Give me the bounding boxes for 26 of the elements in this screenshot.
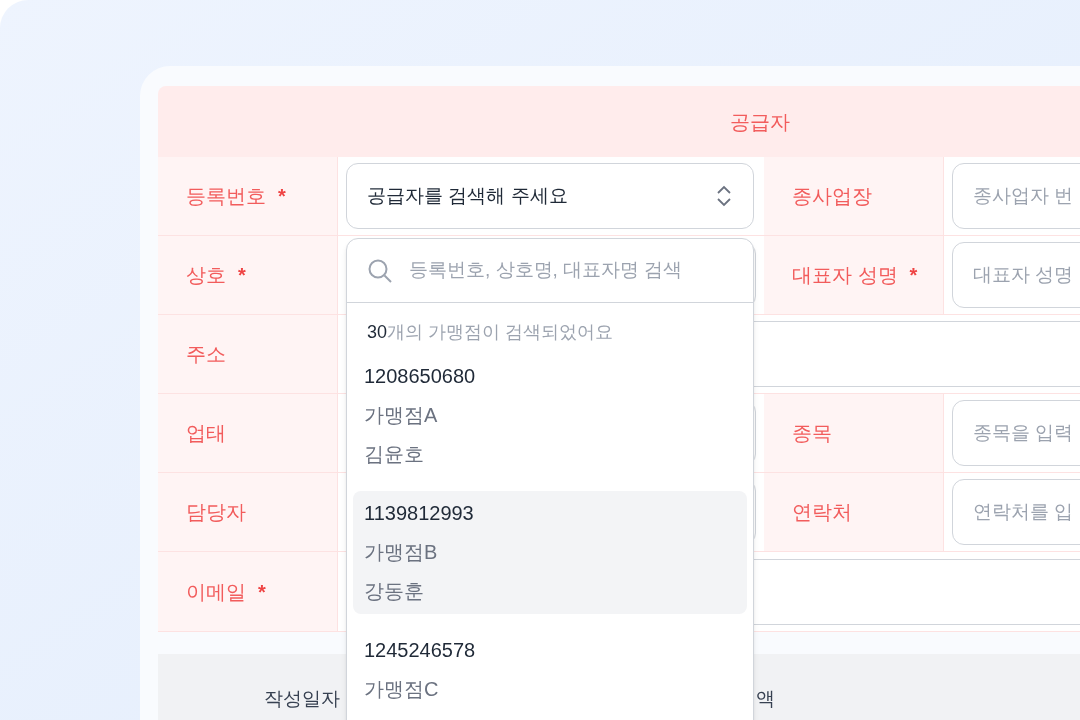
column-header: 작성일자	[264, 686, 340, 711]
required-mark: *	[909, 263, 918, 288]
field-label: 연락처	[792, 500, 852, 525]
registration-number: 1139812993	[364, 501, 475, 526]
field-label: 담당자	[186, 500, 246, 525]
store-name: 가맹점B	[364, 540, 439, 565]
column-header: 액	[756, 686, 775, 711]
field-label: 주소	[186, 342, 226, 367]
registration-number: 1245246578	[364, 638, 477, 663]
field-label: 등록번호	[186, 184, 266, 209]
field-label: 상호	[186, 263, 226, 288]
result-count: 30개의 가맹점이 검색되었어요	[367, 322, 614, 342]
registration-number: 1208650680	[364, 364, 477, 389]
store-name: 가맹점C	[364, 677, 440, 702]
field-label: 이메일	[186, 579, 246, 605]
field-label: 종사업장	[792, 184, 872, 209]
store-name: 가맹점A	[364, 403, 439, 428]
required-mark: *	[278, 184, 286, 209]
representative-name: 김윤호	[364, 442, 425, 467]
field-label: 업태	[186, 421, 226, 446]
required-mark: *	[238, 263, 246, 288]
required-mark: *	[258, 579, 266, 605]
section-title: 공급자	[730, 109, 790, 135]
representative-name: 강동훈	[364, 579, 425, 604]
field-label: 종목	[792, 421, 832, 446]
field-label: 대표자 성명	[792, 263, 898, 288]
